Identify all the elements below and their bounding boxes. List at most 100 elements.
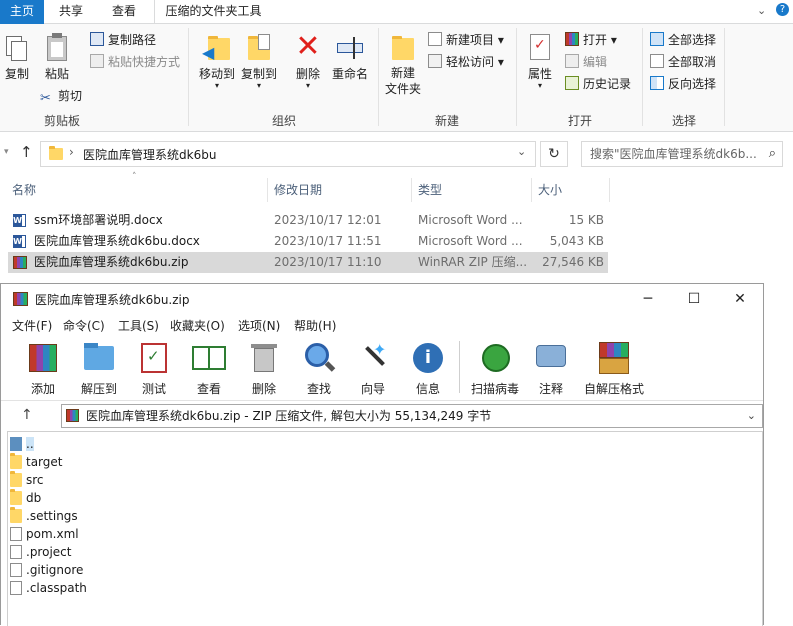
file-row-selected[interactable]: 医院血库管理系统dk6bu.zip 2023/10/17 11:10 WinRA… [8, 252, 608, 273]
comment-button[interactable]: 注释 [531, 340, 571, 397]
maximize-icon: ☐ [687, 291, 701, 307]
chevron-down-icon[interactable]: ⌄ [757, 4, 766, 17]
menu-commands[interactable]: 命令(C) [63, 317, 105, 334]
rename-button[interactable]: 重命名 [330, 32, 370, 82]
list-item[interactable]: db [10, 489, 41, 507]
tab-home[interactable]: 主页 [0, 0, 44, 24]
virus-scan-icon [477, 340, 513, 376]
column-header-date[interactable]: 修改日期 [274, 178, 322, 202]
find-button[interactable]: 查找 [299, 340, 339, 397]
new-item-button[interactable]: 新建项目 ▾ [428, 30, 504, 50]
list-item[interactable]: pom.xml [10, 525, 79, 543]
address-bar[interactable]: › 医院血库管理系统dk6bu ⌄ [40, 141, 536, 167]
menu-file[interactable]: 文件(F) [12, 317, 52, 334]
recent-locations-icon[interactable]: ▾ [4, 147, 9, 157]
entry-name: target [26, 455, 63, 469]
add-button[interactable]: 添加 [21, 340, 65, 397]
cut-button[interactable]: ✂ 剪切 [40, 86, 82, 106]
invert-selection-icon [650, 76, 664, 90]
menu-help[interactable]: 帮助(H) [294, 317, 336, 334]
copy-path-label: 复制路径 [108, 33, 157, 47]
list-item[interactable]: .classpath [10, 579, 87, 597]
column-header-name[interactable]: 名称 [12, 178, 36, 202]
info-icon: i [410, 340, 446, 376]
minimize-icon: ─ [643, 291, 653, 307]
paste-shortcut-button[interactable]: 粘贴快捷方式 [90, 52, 180, 72]
minimize-button[interactable]: ─ [625, 284, 671, 314]
column-divider[interactable] [411, 178, 412, 202]
window-title: 医院血库管理系统dk6bu.zip [35, 293, 190, 307]
maximize-button[interactable]: ☐ [671, 284, 717, 314]
menu-options[interactable]: 选项(N) [238, 317, 280, 334]
group-divider [724, 28, 725, 126]
sfx-button[interactable]: 自解压格式 [583, 340, 645, 397]
copy-icon [2, 32, 32, 62]
column-header-type[interactable]: 类型 [418, 178, 442, 202]
file-icon [10, 581, 22, 595]
close-button[interactable]: ✕ [717, 284, 763, 314]
paste-label: 粘贴 [44, 67, 69, 81]
archive-path-field[interactable]: 医院血库管理系统dk6bu.zip - ZIP 压缩文件, 解包大小为 55,1… [61, 404, 763, 428]
move-to-button[interactable]: ◀ 移动到 ▾ [197, 32, 237, 90]
menu-tools[interactable]: 工具(S) [118, 317, 159, 334]
file-row[interactable]: ssm环境部署说明.docx 2023/10/17 12:01 Microsof… [8, 210, 608, 231]
history-button[interactable]: 历史记录 [565, 74, 631, 94]
refresh-icon: ↻ [548, 146, 560, 162]
list-item-parent[interactable]: .. [10, 435, 34, 453]
info-button[interactable]: i 信息 [408, 340, 448, 397]
column-header-size[interactable]: 大小 [538, 178, 562, 202]
select-none-button[interactable]: 全部取消 [650, 52, 716, 72]
list-item[interactable]: target [10, 453, 63, 471]
list-item[interactable]: .gitignore [10, 561, 83, 579]
invert-selection-button[interactable]: 反向选择 [650, 74, 716, 94]
tab-view[interactable]: 查看 [98, 0, 150, 24]
tab-compressed-folder-tools[interactable]: 压缩的文件夹工具 [154, 0, 272, 24]
test-button[interactable]: ✓ 测试 [134, 340, 174, 397]
breadcrumb-chevron-icon: › [69, 145, 74, 159]
column-divider[interactable] [531, 178, 532, 202]
wizard-button[interactable]: ✦ 向导 [353, 340, 393, 397]
trash-icon [246, 340, 282, 376]
delete-archive-item-button[interactable]: 删除 [244, 340, 284, 397]
new-folder-label: 新建 文件夹 [384, 66, 421, 96]
list-item[interactable]: .settings [10, 507, 78, 525]
list-item[interactable]: src [10, 471, 44, 489]
easy-access-button[interactable]: 轻松访问 ▾ [428, 52, 504, 72]
chevron-down-icon[interactable]: ⌄ [747, 405, 756, 427]
entry-name: .settings [26, 509, 78, 523]
entry-name: .. [26, 437, 34, 451]
entry-name: .project [26, 545, 72, 559]
select-all-button[interactable]: 全部选择 [650, 30, 716, 50]
file-row[interactable]: 医院血库管理系统dk6bu.docx 2023/10/17 11:51 Micr… [8, 231, 608, 252]
parent-folder-icon [10, 437, 22, 451]
list-item[interactable]: .project [10, 543, 71, 561]
view-button[interactable]: 查看 [187, 340, 231, 397]
copy-to-button[interactable]: 复制到 ▾ [239, 32, 279, 90]
file-type: Microsoft Word ... [418, 234, 523, 248]
open-button[interactable]: 打开 ▾ [565, 30, 617, 50]
copy-button[interactable]: 复制 [2, 32, 32, 82]
help-icon[interactable]: ? [776, 3, 789, 16]
menu-favorites[interactable]: 收藏夹(O) [170, 317, 225, 334]
properties-button[interactable]: ✓ 属性 ▾ [523, 32, 557, 90]
scan-virus-button[interactable]: 扫描病毒 [467, 340, 523, 397]
tab-share[interactable]: 共享 [46, 0, 96, 24]
winrar-title-bar[interactable]: 医院血库管理系统dk6bu.zip ─ ☐ ✕ [1, 284, 763, 314]
comment-icon [533, 340, 569, 376]
chevron-down-icon[interactable]: ⌄ [517, 145, 526, 158]
column-divider[interactable] [267, 178, 268, 202]
up-arrow-icon[interactable]: ↑ [20, 143, 33, 161]
up-arrow-icon[interactable]: ↑ [21, 407, 33, 423]
copy-path-button[interactable]: 复制路径 [90, 30, 156, 50]
delete-button[interactable]: ✕ 删除 ▾ [292, 32, 324, 90]
column-divider[interactable] [609, 178, 610, 202]
comment-label: 注释 [538, 382, 563, 396]
new-folder-button[interactable]: 新建 文件夹 [383, 32, 423, 97]
search-input[interactable]: 搜索"医院血库管理系统dk6b... ⌕ [581, 141, 783, 167]
refresh-button[interactable]: ↻ [540, 141, 568, 167]
paste-button[interactable]: 粘贴 [42, 32, 72, 82]
edit-button[interactable]: 编辑 [565, 52, 607, 72]
organize-group-label: 组织 [271, 114, 296, 128]
open-label: 打开 [583, 33, 608, 47]
extract-to-button[interactable]: 解压到 [75, 340, 123, 397]
